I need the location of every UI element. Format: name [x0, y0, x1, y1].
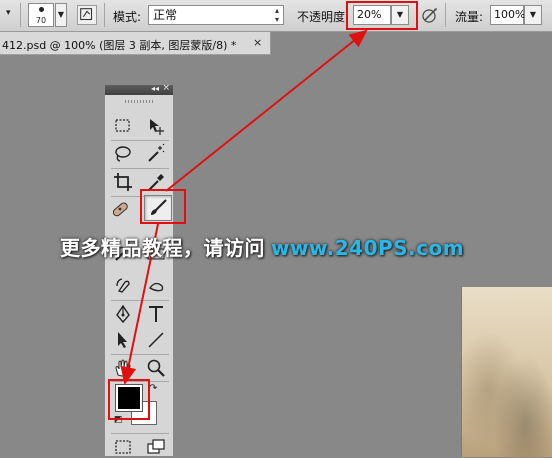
rectangular-marquee-icon: [115, 119, 130, 132]
bandage-icon: [112, 202, 128, 217]
watermark-text: 更多精品教程，请访问 www.240PS.com: [60, 232, 464, 261]
divider: [111, 168, 169, 169]
panel-grip[interactable]: [125, 100, 153, 103]
dodge-icon: [116, 278, 130, 293]
mode-label: 模式:: [113, 10, 142, 24]
lasso-icon: [115, 146, 131, 162]
tool-preset-arrow-icon[interactable]: ▾: [6, 8, 11, 18]
arrow-to-opacity: [165, 29, 368, 192]
brush-panel-icon: [80, 8, 93, 21]
crop-icon: [114, 173, 132, 191]
watermark-label: 更多精品教程，请访问: [60, 236, 265, 260]
hand-icon: [115, 359, 131, 377]
tools-panel-header[interactable]: ◂◂ ×: [105, 83, 173, 95]
screen-mode-button[interactable]: [145, 436, 167, 454]
document-tab[interactable]: 412.psd @ 100% (图层 3 副本, 图层蒙版/8) * ×: [0, 32, 271, 55]
swap-colors-icon[interactable]: ↷: [149, 383, 157, 394]
collapse-panel-icon[interactable]: ◂◂: [151, 84, 159, 93]
lasso-tool[interactable]: [112, 143, 134, 165]
close-panel-icon[interactable]: ×: [162, 83, 170, 93]
separator: [445, 3, 446, 27]
move-tool[interactable]: [145, 115, 167, 137]
divider: [111, 433, 169, 434]
type-tool[interactable]: [145, 303, 167, 325]
opacity-highlight-box: [346, 1, 418, 30]
quick-mask-button[interactable]: [112, 436, 134, 454]
pen-tool[interactable]: [112, 303, 134, 325]
document-title: 412.psd @ 100% (图层 3 副本, 图层蒙版/8) *: [2, 39, 237, 52]
divider: [111, 140, 169, 141]
brush-preset-picker[interactable]: 70: [28, 3, 54, 27]
crop-tool[interactable]: [112, 171, 134, 193]
opacity-label: 不透明度:: [297, 10, 350, 24]
options-bar: ▾ 70 ▼ 模式: 正常 ▴ ▾ 不透明度: 20% ▼ 流量: 100% ▼: [0, 0, 552, 32]
quick-mask-icon: [115, 440, 131, 454]
divider: [111, 300, 169, 301]
pen-pressure-icon: [422, 8, 437, 23]
healing-brush-tool[interactable]: [109, 198, 131, 220]
marquee-tool[interactable]: [112, 115, 134, 137]
select-spinner-icon: ▴ ▾: [274, 6, 279, 24]
flow-dropdown-icon[interactable]: ▼: [524, 5, 542, 25]
smudge-icon: [149, 282, 164, 292]
type-icon: [149, 306, 163, 322]
smudge-tool[interactable]: [145, 274, 167, 296]
brush-panel-toggle-button[interactable]: [77, 5, 97, 25]
magnifier-icon: [147, 359, 165, 377]
line-tool[interactable]: [145, 329, 167, 351]
brush-size-value: 70: [35, 16, 47, 25]
magic-wand-tool[interactable]: [145, 143, 167, 165]
pen-nib-icon: [116, 304, 130, 324]
separator: [20, 3, 21, 27]
close-tab-icon[interactable]: ×: [253, 36, 262, 49]
watermark-url: www.240PS.com: [271, 236, 465, 260]
hand-tool[interactable]: [112, 357, 134, 379]
screen-mode-icon: [147, 439, 165, 454]
magic-wand-icon: [148, 143, 165, 162]
brush-picker-dropdown-icon[interactable]: ▼: [55, 3, 67, 27]
move-icon: [150, 119, 164, 135]
blend-mode-select[interactable]: 正常 ▴ ▾: [148, 5, 284, 25]
blend-mode-value: 正常: [153, 8, 178, 22]
brush-highlight-box: [140, 189, 186, 224]
color-highlight-box: [108, 379, 150, 420]
flow-input[interactable]: 100%: [490, 5, 525, 25]
dodge-tool[interactable]: [112, 274, 134, 296]
flow-label: 流量:: [455, 10, 484, 24]
canvas-image[interactable]: [461, 287, 552, 457]
brush-tip-icon: [39, 7, 44, 12]
separator: [104, 3, 105, 27]
path-selection-arrow-icon: [118, 332, 127, 348]
divider: [111, 354, 169, 355]
path-selection-tool[interactable]: [112, 329, 134, 351]
zoom-tool[interactable]: [145, 357, 167, 379]
line-icon: [148, 332, 164, 348]
pressure-opacity-button[interactable]: [421, 6, 439, 24]
